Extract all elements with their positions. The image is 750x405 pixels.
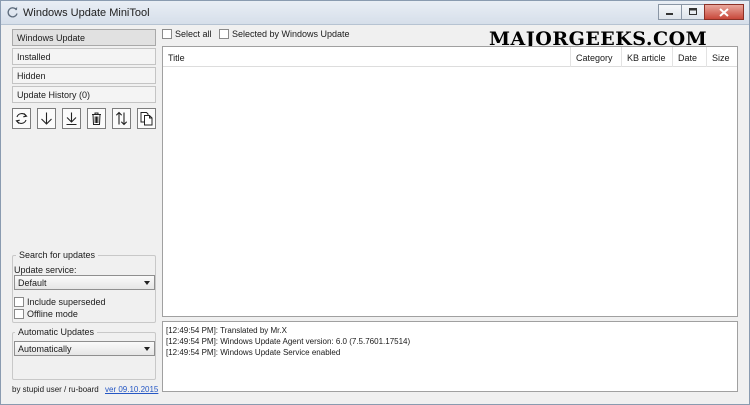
- select-all-checkbox[interactable]: Select all: [162, 29, 212, 39]
- log-panel[interactable]: [12:49:54 PM]: Translated by Mr.X [12:49…: [162, 321, 738, 392]
- column-header-category[interactable]: Category: [570, 47, 621, 67]
- copy-icon: [140, 112, 153, 126]
- download-button[interactable]: [37, 108, 56, 129]
- column-header-kb-article[interactable]: KB article: [621, 47, 672, 67]
- sidebar-item-update-history[interactable]: Update History (0): [12, 86, 156, 103]
- delete-button[interactable]: [87, 108, 106, 129]
- hide-show-button[interactable]: [112, 108, 131, 129]
- sidebar-item-label: Windows Update: [17, 33, 86, 43]
- log-line: [12:49:54 PM]: Windows Update Agent vers…: [166, 337, 411, 346]
- offline-mode-label: Offline mode: [27, 309, 78, 319]
- list-header: Title Category KB article Date Size: [163, 47, 737, 67]
- log-line: [12:49:54 PM]: Windows Update Service en…: [166, 348, 341, 357]
- automatic-updates-select[interactable]: Automatically: [14, 341, 155, 356]
- trash-icon: [92, 112, 101, 125]
- checkbox-box[interactable]: [162, 29, 172, 39]
- sidebar-item-label: Installed: [17, 52, 51, 62]
- checkbox-box[interactable]: [14, 297, 24, 307]
- update-service-label: Update service:: [14, 265, 77, 275]
- action-toolbar: [12, 108, 162, 130]
- include-superseded-checkbox[interactable]: Include superseded: [14, 297, 106, 307]
- refresh-icon: [15, 113, 28, 124]
- offline-mode-checkbox[interactable]: Offline mode: [14, 309, 78, 319]
- sidebar-item-installed[interactable]: Installed: [12, 48, 156, 65]
- checkbox-box[interactable]: [219, 29, 229, 39]
- close-icon: [719, 7, 729, 17]
- sidebar-item-windows-update[interactable]: Windows Update: [12, 29, 156, 46]
- sidebar-item-hidden[interactable]: Hidden: [12, 67, 156, 84]
- version-link[interactable]: ver 09.10.2015: [105, 385, 158, 394]
- close-button[interactable]: [704, 4, 744, 20]
- maximize-button[interactable]: [681, 4, 705, 20]
- selected-by-wu-label: Selected by Windows Update: [232, 29, 350, 39]
- credit-text: by stupid user / ru-board: [12, 385, 99, 394]
- chevron-down-icon: [144, 347, 150, 351]
- up-down-arrows-icon: [115, 111, 128, 126]
- log-line: [12:49:54 PM]: Translated by Mr.X: [166, 326, 287, 335]
- column-header-title[interactable]: Title: [163, 47, 570, 67]
- search-updates-title: Search for updates: [16, 250, 99, 260]
- download-arrow-icon: [41, 112, 52, 125]
- minimize-icon: [666, 13, 673, 15]
- title-bar: Windows Update MiniTool: [1, 1, 749, 25]
- selected-by-wu-checkbox[interactable]: Selected by Windows Update: [219, 29, 350, 39]
- chevron-down-icon: [144, 281, 150, 285]
- updates-list[interactable]: Title Category KB article Date Size: [162, 46, 738, 317]
- column-header-size[interactable]: Size: [706, 47, 737, 67]
- automatic-updates-title: Automatic Updates: [15, 327, 98, 337]
- install-button[interactable]: [62, 108, 81, 129]
- update-service-select[interactable]: Default: [14, 275, 155, 290]
- automatic-updates-group: Automatic Updates: [12, 327, 156, 380]
- update-service-value: Default: [18, 278, 47, 288]
- install-arrow-icon: [66, 112, 77, 126]
- select-all-label: Select all: [175, 29, 212, 39]
- sidebar-item-label: Update History (0): [17, 90, 91, 100]
- column-header-date[interactable]: Date: [672, 47, 706, 67]
- app-window: Windows Update MiniTool Windows Update I…: [0, 0, 750, 405]
- checkbox-box[interactable]: [14, 309, 24, 319]
- refresh-button[interactable]: [12, 108, 31, 129]
- copy-button[interactable]: [137, 108, 156, 129]
- minimize-button[interactable]: [658, 4, 682, 20]
- include-superseded-label: Include superseded: [27, 297, 106, 307]
- maximize-icon: [689, 8, 697, 15]
- refresh-app-icon: [7, 7, 18, 18]
- sidebar-item-label: Hidden: [17, 71, 46, 81]
- window-title: Windows Update MiniTool: [23, 7, 150, 19]
- automatic-updates-value: Automatically: [18, 344, 72, 354]
